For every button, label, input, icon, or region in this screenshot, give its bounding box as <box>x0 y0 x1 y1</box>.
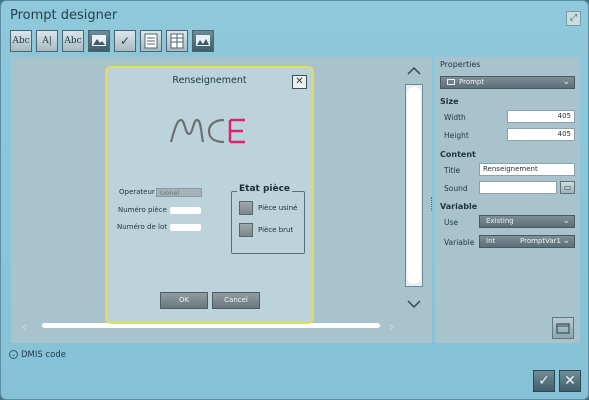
properties-header: Properties <box>440 60 481 69</box>
scroll-up-icon[interactable] <box>405 64 423 78</box>
lot-number-input[interactable] <box>170 224 201 231</box>
cancel-window-button[interactable]: ✕ <box>559 370 581 392</box>
variable-header: Variable <box>440 202 478 211</box>
image-tool-button[interactable] <box>88 30 110 52</box>
part-number-input[interactable] <box>170 207 201 214</box>
content-header: Content <box>440 150 476 159</box>
operator-label: Operateur <box>119 188 155 196</box>
object-selector[interactable]: Prompt ⌄ <box>440 76 575 89</box>
chevron-down-icon: ⌄ <box>562 236 570 246</box>
browse-folder-icon[interactable]: ▭ <box>560 181 575 194</box>
part-state-title: Etat pièce <box>237 184 293 194</box>
sound-field[interactable] <box>479 181 557 194</box>
operator-combo[interactable]: Lionel <box>156 188 202 197</box>
width-field[interactable]: 405 <box>507 110 575 123</box>
machined-part-label: Pièce usiné <box>258 204 298 212</box>
list-tool-button[interactable] <box>140 30 162 52</box>
variable-label: Variable <box>444 238 475 247</box>
confirm-button[interactable]: ✓ <box>533 370 555 392</box>
window-icon <box>447 79 455 85</box>
window-title: Prompt designer <box>10 8 118 23</box>
scroll-down-icon[interactable] <box>405 297 423 311</box>
text-field-tool-button[interactable]: A| <box>36 30 58 52</box>
variable-select[interactable]: Int PromptVar1 ⌄ <box>479 235 575 248</box>
raw-part-label: Pièce brut <box>258 226 294 234</box>
part-state-group: Etat pièce Pièce usiné Pièce brut <box>231 184 305 254</box>
edit-box-tool-button[interactable]: Abc <box>62 30 84 52</box>
maximize-button[interactable]: ⤢ <box>566 11 581 26</box>
cancel-button[interactable]: Cancel <box>212 292 260 309</box>
size-header: Size <box>440 97 459 106</box>
mce-logo <box>169 118 245 144</box>
title-field[interactable]: Renseignement <box>479 163 575 176</box>
lot-number-label: Numéro de lot <box>117 223 167 231</box>
title-label: Title <box>444 166 461 175</box>
close-icon[interactable]: ✕ <box>292 75 307 89</box>
machined-part-checkbox[interactable] <box>239 201 253 215</box>
part-number-label: Numéro pièce <box>118 206 167 214</box>
window-preset-icon <box>556 323 570 334</box>
chevron-down-icon: ⌄ <box>562 216 570 226</box>
vertical-scroll-thumb[interactable] <box>407 87 421 284</box>
dmis-code-toggle[interactable]: ⌄ DMIS code <box>9 350 66 360</box>
checkbox-tool-button[interactable]: ✓ <box>114 30 136 52</box>
save-preset-icon[interactable] <box>552 317 574 339</box>
scroll-left-icon[interactable]: ‹ <box>21 319 33 335</box>
panel-splitter[interactable] <box>431 197 434 211</box>
list-icon <box>144 33 158 49</box>
table-icon <box>170 33 184 49</box>
picture-tool-button[interactable] <box>192 30 214 52</box>
chevron-down-icon: ⌄ <box>9 350 18 359</box>
height-field[interactable]: 405 <box>507 128 575 141</box>
raw-part-checkbox[interactable] <box>239 223 253 237</box>
use-label: Use <box>444 218 459 227</box>
prompt-dialog-preview[interactable]: Renseignement ✕ Operateur Lionel Numéro … <box>105 66 314 324</box>
scroll-right-icon[interactable]: › <box>388 319 400 335</box>
sound-label: Sound <box>444 184 468 193</box>
image-icon <box>92 35 106 46</box>
width-label: Width <box>444 113 466 122</box>
height-label: Height <box>444 131 469 140</box>
ok-button[interactable]: OK <box>160 292 208 309</box>
picture-icon <box>196 35 210 46</box>
use-select[interactable]: Existing ⌄ <box>479 215 575 228</box>
table-tool-button[interactable] <box>166 30 188 52</box>
prompt-designer-window: Prompt designer ⤢ Abc A| Abc ✓ ‹ › Rense… <box>0 0 589 400</box>
text-tool-button[interactable]: Abc <box>10 30 32 52</box>
dialog-title: Renseignement <box>172 75 247 86</box>
chevron-down-icon: ⌄ <box>562 77 570 87</box>
